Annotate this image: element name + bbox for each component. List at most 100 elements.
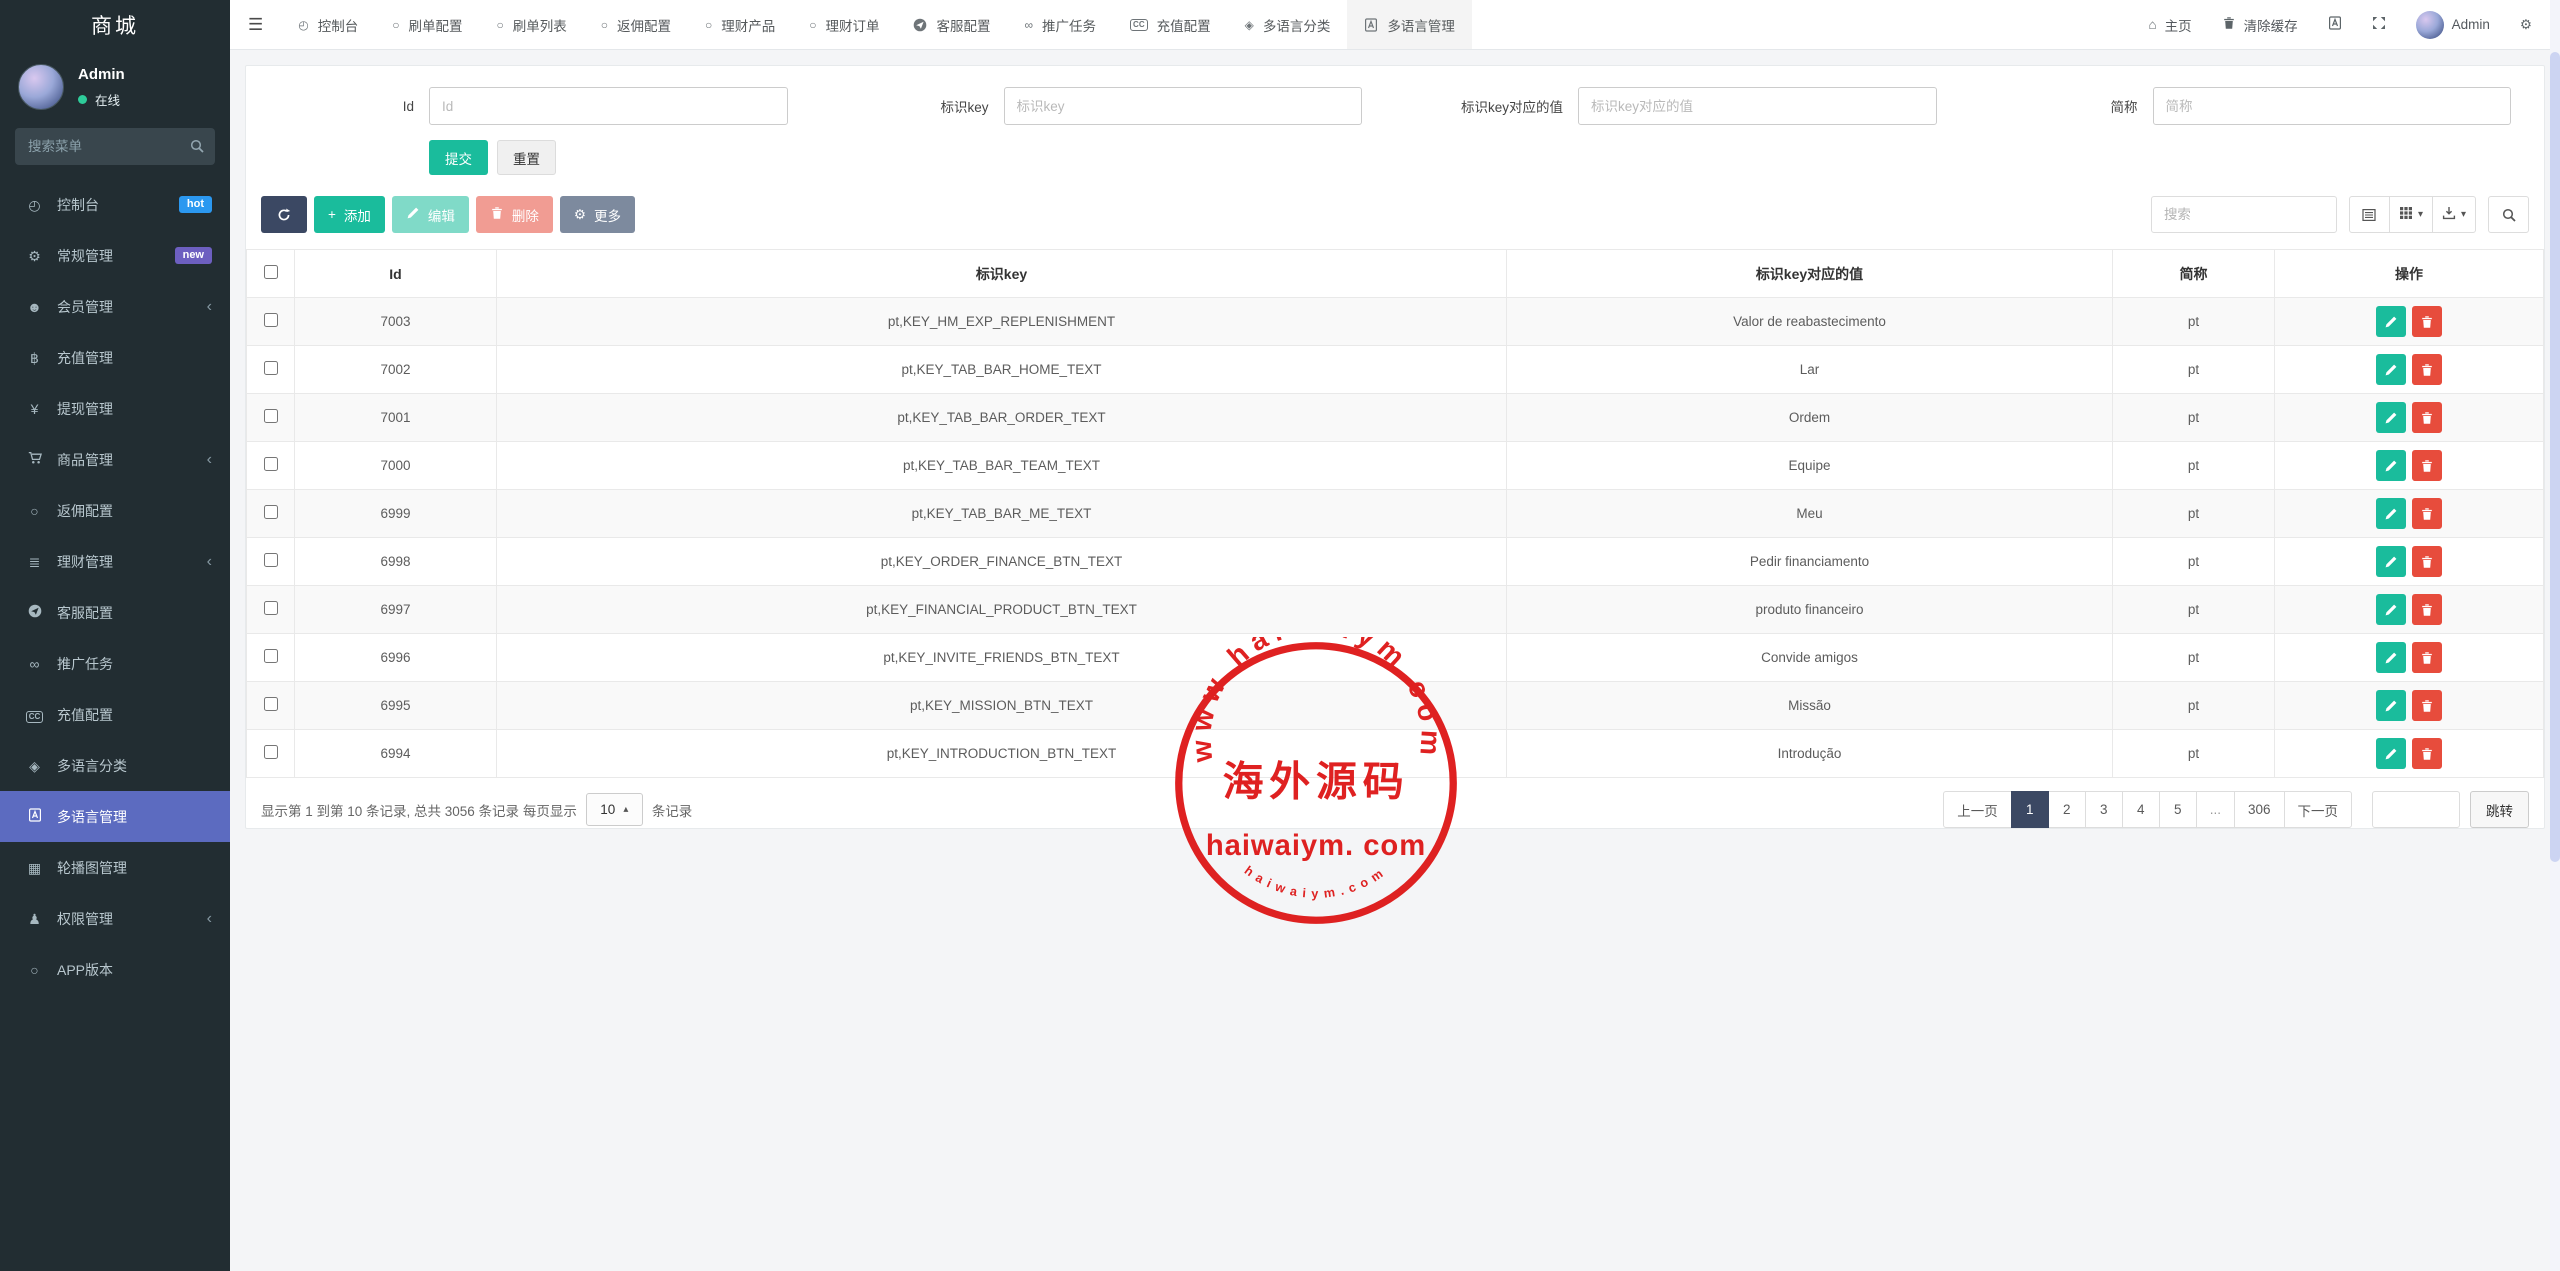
page-button[interactable]: 2 bbox=[2048, 791, 2086, 828]
sidebar-item[interactable]: ♟权限管理‹ bbox=[0, 893, 230, 944]
topbar-tab[interactable]: 客服配置 bbox=[896, 0, 1007, 49]
page-button[interactable]: 3 bbox=[2085, 791, 2123, 828]
sidebar-menu: ◴控制台hot⚙常规管理new☻会员管理‹฿充值管理¥提现管理商品管理‹○返佣配… bbox=[0, 179, 230, 1271]
topbar-tab[interactable]: ∞推广任务 bbox=[1007, 0, 1113, 49]
settings-button[interactable]: ⚙ bbox=[2520, 17, 2532, 32]
row-edit-button[interactable] bbox=[2376, 306, 2406, 337]
page-button[interactable]: 4 bbox=[2122, 791, 2160, 828]
scrollbar-thumb[interactable] bbox=[2550, 52, 2560, 862]
topbar-tab[interactable]: ◴控制台 bbox=[281, 0, 375, 49]
detail-view-button[interactable] bbox=[2349, 196, 2390, 233]
sidebar-item[interactable]: ∞推广任务 bbox=[0, 638, 230, 689]
clear-cache-button[interactable]: 清除缓存 bbox=[2222, 15, 2298, 35]
filter-id-input[interactable] bbox=[429, 87, 788, 125]
export-button[interactable]: ▾ bbox=[2432, 196, 2476, 233]
row-edit-button[interactable] bbox=[2376, 402, 2406, 433]
topbar-tab[interactable]: 多语言管理 bbox=[1347, 0, 1472, 49]
submit-button[interactable]: 提交 bbox=[429, 140, 488, 175]
topbar-tab[interactable]: CC充值配置 bbox=[1113, 0, 1228, 49]
sidebar-item[interactable]: 商品管理‹ bbox=[0, 434, 230, 485]
topbar-tab[interactable]: ○理财产品 bbox=[688, 0, 792, 49]
row-delete-button[interactable] bbox=[2412, 354, 2442, 385]
page-size-select[interactable]: 10 ▴ bbox=[586, 793, 643, 826]
columns-button[interactable]: ▾ bbox=[2389, 196, 2433, 233]
row-delete-button[interactable] bbox=[2412, 690, 2442, 721]
add-button[interactable]: + 添加 bbox=[314, 196, 385, 233]
row-checkbox[interactable] bbox=[264, 409, 278, 423]
row-checkbox[interactable] bbox=[264, 457, 278, 471]
page-button[interactable]: 306 bbox=[2234, 791, 2285, 828]
row-checkbox[interactable] bbox=[264, 553, 278, 567]
reset-button[interactable]: 重置 bbox=[497, 140, 556, 175]
translate-button[interactable] bbox=[2328, 16, 2342, 33]
row-checkbox[interactable] bbox=[264, 313, 278, 327]
next-page-button[interactable]: 下一页 bbox=[2284, 791, 2353, 828]
row-checkbox[interactable] bbox=[264, 697, 278, 711]
sidebar-search-input[interactable] bbox=[15, 128, 215, 165]
topbar-tab[interactable]: ○刷单列表 bbox=[479, 0, 583, 49]
sidebar-item[interactable]: ☻会员管理‹ bbox=[0, 281, 230, 332]
edit-button[interactable]: 编辑 bbox=[392, 196, 469, 233]
cell-id: 7001 bbox=[295, 394, 497, 442]
page-button[interactable]: 1 bbox=[2011, 791, 2049, 828]
sidebar-item[interactable]: ⚙常规管理new bbox=[0, 230, 230, 281]
filter-value-input[interactable] bbox=[1578, 87, 1937, 125]
row-edit-button[interactable] bbox=[2376, 642, 2406, 673]
user-menu[interactable]: Admin bbox=[2416, 11, 2490, 39]
row-delete-button[interactable] bbox=[2412, 306, 2442, 337]
refresh-button[interactable] bbox=[261, 196, 307, 233]
row-checkbox[interactable] bbox=[264, 361, 278, 375]
row-edit-button[interactable] bbox=[2376, 354, 2406, 385]
home-link[interactable]: ⌂ 主页 bbox=[2148, 15, 2191, 35]
topbar-tab[interactable]: ◈多语言分类 bbox=[1228, 0, 1348, 49]
row-delete-button[interactable] bbox=[2412, 642, 2442, 673]
sidebar-item[interactable]: CC充值配置 bbox=[0, 689, 230, 740]
sidebar-item[interactable]: ≣理财管理‹ bbox=[0, 536, 230, 587]
filter-key-input[interactable] bbox=[1004, 87, 1363, 125]
sidebar-item[interactable]: ◈多语言分类 bbox=[0, 740, 230, 791]
sidebar-item[interactable]: ◴控制台hot bbox=[0, 179, 230, 230]
sidebar-item[interactable]: ○APP版本 bbox=[0, 944, 230, 995]
row-edit-button[interactable] bbox=[2376, 690, 2406, 721]
row-edit-button[interactable] bbox=[2376, 738, 2406, 769]
row-checkbox[interactable] bbox=[264, 601, 278, 615]
page-scrollbar[interactable] bbox=[2550, 0, 2560, 1271]
row-delete-button[interactable] bbox=[2412, 402, 2442, 433]
search-button[interactable] bbox=[2488, 196, 2529, 233]
row-checkbox[interactable] bbox=[264, 649, 278, 663]
page-jump-input[interactable] bbox=[2372, 791, 2460, 828]
sidebar-item[interactable]: ○返佣配置 bbox=[0, 485, 230, 536]
row-delete-button[interactable] bbox=[2412, 594, 2442, 625]
sidebar-item[interactable]: ¥提现管理 bbox=[0, 383, 230, 434]
search-icon[interactable] bbox=[190, 139, 204, 156]
row-edit-button[interactable] bbox=[2376, 498, 2406, 529]
circle-icon: ○ bbox=[601, 19, 608, 31]
sidebar-item[interactable]: ▦轮播图管理 bbox=[0, 842, 230, 893]
prev-page-button[interactable]: 上一页 bbox=[1943, 791, 2012, 828]
topbar-tab[interactable]: ○刷单配置 bbox=[375, 0, 479, 49]
topbar-tab[interactable]: ○返佣配置 bbox=[584, 0, 688, 49]
row-delete-button[interactable] bbox=[2412, 738, 2442, 769]
page-button[interactable]: 5 bbox=[2159, 791, 2197, 828]
sidebar-item[interactable]: ฿充值管理 bbox=[0, 332, 230, 383]
filter-short-input[interactable] bbox=[2153, 87, 2512, 125]
row-edit-button[interactable] bbox=[2376, 546, 2406, 577]
row-edit-button[interactable] bbox=[2376, 594, 2406, 625]
select-all-checkbox[interactable] bbox=[264, 265, 278, 279]
row-delete-button[interactable] bbox=[2412, 546, 2442, 577]
more-button[interactable]: ⚙ 更多 bbox=[560, 196, 635, 233]
topbar-right: ⌂ 主页 清除缓存 Admin ⚙ bbox=[2148, 11, 2560, 39]
row-delete-button[interactable] bbox=[2412, 450, 2442, 481]
row-delete-button[interactable] bbox=[2412, 498, 2442, 529]
row-checkbox[interactable] bbox=[264, 505, 278, 519]
row-edit-button[interactable] bbox=[2376, 450, 2406, 481]
delete-button[interactable]: 删除 bbox=[476, 196, 553, 233]
table-search-input[interactable] bbox=[2151, 196, 2337, 233]
topbar-tab[interactable]: ○理财订单 bbox=[792, 0, 896, 49]
fullscreen-button[interactable] bbox=[2372, 16, 2386, 33]
page-jump-button[interactable]: 跳转 bbox=[2470, 791, 2529, 828]
sidebar-toggle-button[interactable]: ☰ bbox=[230, 15, 281, 35]
row-checkbox[interactable] bbox=[264, 745, 278, 759]
sidebar-item[interactable]: 客服配置 bbox=[0, 587, 230, 638]
sidebar-item[interactable]: 多语言管理 bbox=[0, 791, 230, 842]
